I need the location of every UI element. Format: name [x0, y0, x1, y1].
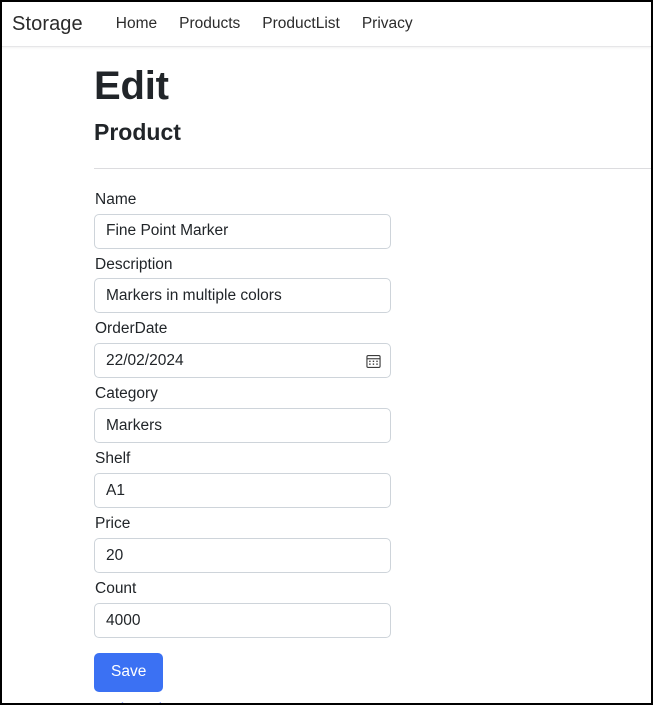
- browser-viewport: Storage Home Products ProductList Privac…: [0, 0, 653, 705]
- top-navbar: Storage Home Products ProductList Privac…: [2, 2, 651, 47]
- nav-link-productlist[interactable]: ProductList: [251, 14, 351, 34]
- back-link-wrapper: Back to List: [94, 701, 651, 705]
- field-group-description: Description: [94, 255, 651, 314]
- nav-item-products: Products: [168, 14, 251, 34]
- back-to-list-link[interactable]: Back to List: [94, 701, 174, 705]
- navbar-brand-storage[interactable]: Storage: [12, 14, 83, 34]
- description-input[interactable]: [94, 278, 391, 313]
- nav-link-products[interactable]: Products: [168, 14, 251, 34]
- count-input[interactable]: [94, 603, 391, 638]
- name-input[interactable]: [94, 214, 391, 249]
- field-group-category: Category: [94, 384, 651, 443]
- shelf-input[interactable]: [94, 473, 391, 508]
- label-name: Name: [95, 190, 651, 211]
- content-container: Edit Product Name Description OrderDate: [2, 63, 651, 705]
- nav-item-productlist: ProductList: [251, 14, 351, 34]
- label-description: Description: [95, 255, 651, 276]
- label-orderdate: OrderDate: [95, 319, 651, 340]
- orderdate-input[interactable]: [94, 343, 391, 378]
- page-subtitle: Product: [94, 119, 651, 147]
- price-input[interactable]: [94, 538, 391, 573]
- field-group-name: Name: [94, 190, 651, 249]
- field-group-price: Price: [94, 514, 651, 573]
- edit-product-form: Name Description OrderDate: [94, 190, 651, 692]
- field-group-orderdate: OrderDate: [94, 319, 651, 378]
- orderdate-wrapper: [94, 343, 391, 378]
- save-button[interactable]: Save: [94, 653, 163, 692]
- calendar-icon[interactable]: [365, 352, 382, 369]
- nav-item-home: Home: [105, 14, 168, 34]
- category-input[interactable]: [94, 408, 391, 443]
- page-title: Edit: [94, 63, 651, 109]
- label-shelf: Shelf: [95, 449, 651, 470]
- nav-link-home[interactable]: Home: [105, 14, 168, 34]
- field-group-shelf: Shelf: [94, 449, 651, 508]
- page-content: Edit Product Name Description OrderDate: [2, 47, 651, 705]
- nav-item-privacy: Privacy: [351, 14, 424, 34]
- label-category: Category: [95, 384, 651, 405]
- label-count: Count: [95, 579, 651, 600]
- nav-link-privacy[interactable]: Privacy: [351, 14, 424, 34]
- field-group-count: Count: [94, 579, 651, 638]
- navbar-links: Home Products ProductList Privacy: [105, 14, 424, 34]
- label-price: Price: [95, 514, 651, 535]
- section-divider: [94, 168, 653, 169]
